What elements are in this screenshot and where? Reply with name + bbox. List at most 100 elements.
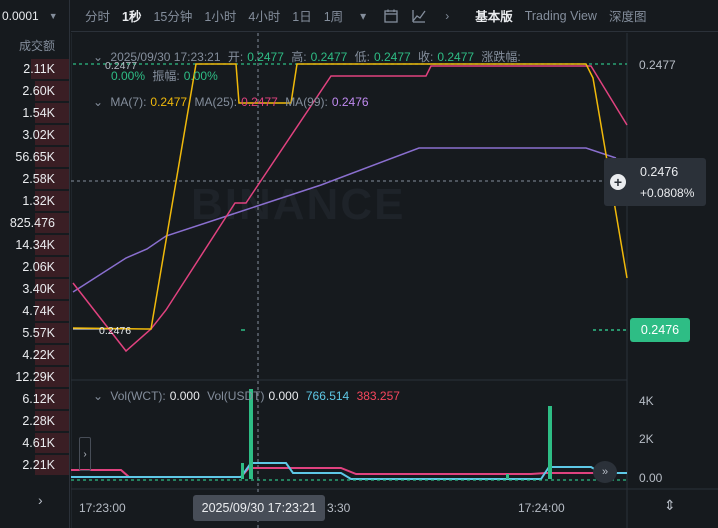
vol-usdt-label: Vol(USDT)	[207, 389, 265, 403]
close-value: 0.2477	[437, 50, 475, 64]
turnover-row[interactable]: 2.06K	[0, 256, 69, 278]
ma99-label: MA(99):	[285, 95, 328, 109]
turnover-value: 56.65K	[15, 150, 55, 164]
amplitude-value: 0.00%	[183, 69, 218, 83]
chevron-right-icon[interactable]: ›	[79, 437, 91, 471]
high-value: 0.2477	[310, 50, 348, 64]
scroll-to-latest-button[interactable]: »	[593, 461, 617, 483]
turnover-row[interactable]: 5.57K	[0, 322, 69, 344]
chart-panel: 分时 1秒 15分钟 1小时 4小时 1日 1周 ▾ › 基本版 Trading…	[71, 0, 718, 528]
high-label: 高:	[291, 50, 307, 64]
interval-1s[interactable]: 1秒	[116, 6, 147, 25]
low-label: 低:	[354, 50, 370, 64]
interval-1d[interactable]: 1日	[286, 6, 317, 25]
open-value: 0.2477	[247, 50, 284, 64]
turnover-value: 2.06K	[22, 260, 55, 274]
last-price-tag: 0.2476	[630, 318, 690, 342]
vol-wct-value: 0.000	[169, 389, 200, 403]
chevron-right-icon[interactable]: ›	[38, 492, 43, 508]
turnover-row[interactable]: 4.74K	[0, 300, 69, 322]
low-value: 0.2477	[373, 50, 411, 64]
volume-tick: 0.00	[639, 471, 663, 485]
chevron-down-icon[interactable]: ▾	[349, 0, 377, 32]
turnover-value: 4.74K	[22, 304, 55, 318]
turnover-row[interactable]: 825.476	[0, 212, 69, 234]
crosshair-change: +0.0808%	[640, 186, 695, 200]
turnover-value: 14.34K	[15, 238, 55, 252]
interval-timeline[interactable]: 分时	[79, 6, 116, 25]
time-tick: 17:23:00	[79, 501, 126, 515]
time-tick: 3:30	[327, 501, 351, 515]
view-depth[interactable]: 深度图	[603, 6, 653, 25]
ma25-value: 0.2477	[241, 95, 278, 109]
interval-1w[interactable]: 1周	[318, 6, 349, 25]
chevron-right-icon[interactable]: ›	[433, 0, 461, 32]
volume-tick: 4K	[639, 394, 654, 408]
ohlc-legend: ⌄ 2025/09/30 17:23:21 开: 0.2477 高: 0.2477 …	[93, 48, 525, 65]
turnover-value: 2.58K	[22, 172, 55, 186]
turnover-row[interactable]: 2.60K	[0, 80, 69, 102]
turnover-row[interactable]: 1.32K	[0, 190, 69, 212]
change-value: 0.00%	[111, 69, 146, 83]
turnover-row[interactable]: 2.21K	[0, 454, 69, 476]
turnover-row[interactable]: 1.54K	[0, 102, 69, 124]
turnover-row[interactable]: 4.61K	[0, 432, 69, 454]
volume-tick: 2K	[639, 432, 654, 446]
reset-scale-icon[interactable]: ⇕	[664, 497, 676, 514]
indicator-icon[interactable]	[377, 0, 405, 32]
ma7-value: 0.2477	[150, 95, 188, 109]
turnover-value: 4.61K	[22, 436, 55, 450]
turnover-value: 3.40K	[22, 282, 55, 296]
turnover-row[interactable]: 4.22K	[0, 344, 69, 366]
turnover-row[interactable]: 2.28K	[0, 410, 69, 432]
add-alert-icon[interactable]: +	[610, 174, 626, 190]
chevron-down-icon[interactable]: ⌄	[93, 389, 103, 403]
ma25-label: MA(25):	[194, 95, 238, 109]
ma-legend: ⌄ MA(7): 0.2477 MA(25): 0.2477 MA(99): 0.24…	[93, 95, 373, 109]
turnover-value: 2.28K	[22, 414, 55, 428]
price-step-value: 0.0001	[2, 9, 39, 23]
turnover-value: 2.60K	[22, 84, 55, 98]
low-marker: 0.2476	[99, 325, 132, 337]
ohlc-legend-row2: 0.00% 振幅: 0.00%	[111, 67, 222, 84]
turnover-row[interactable]: 12.29K	[0, 366, 69, 388]
turnover-row[interactable]: 3.02K	[0, 124, 69, 146]
change-label: 涨跌幅:	[481, 50, 521, 64]
ma99-line	[72, 147, 617, 293]
turnover-row[interactable]: 14.34K	[0, 234, 69, 256]
open-label: 开:	[227, 50, 244, 64]
vol-usdt-value: 0.000	[268, 389, 299, 403]
turnover-row[interactable]: 6.12K	[0, 388, 69, 410]
amplitude-label: 振幅:	[152, 69, 180, 83]
ma99-value: 0.2476	[331, 95, 369, 109]
chart-type-icon[interactable]	[405, 0, 433, 32]
interval-1h[interactable]: 1小时	[198, 6, 242, 25]
volume-bar	[548, 406, 552, 479]
turnover-row[interactable]: 2.58K	[0, 168, 69, 190]
chevron-down-icon[interactable]: ⌄	[93, 50, 103, 64]
turnover-row[interactable]: 3.40K	[0, 278, 69, 300]
crosshair-price: 0.2476	[640, 165, 679, 179]
turnover-value: 1.54K	[22, 106, 55, 120]
turnover-value: 4.22K	[22, 348, 55, 362]
chevron-down-icon[interactable]: ⌄	[93, 95, 103, 109]
orderbook-panel: 0.0001 ▼ 成交额 2.11K 2.60K 1.54K 3.02K 56.65K 2…	[0, 0, 70, 528]
turnover-value: 1.32K	[22, 194, 55, 208]
view-tradingview[interactable]: Trading View	[519, 9, 603, 23]
turnover-list: 2.11K 2.60K 1.54K 3.02K 56.65K 2.58K 1.32K 825.…	[0, 58, 69, 476]
turnover-value: 2.11K	[23, 62, 55, 76]
turnover-value: 2.21K	[22, 458, 55, 472]
price-step-select[interactable]: 0.0001 ▼	[0, 0, 69, 32]
interval-4h[interactable]: 4小时	[242, 6, 286, 25]
turnover-row[interactable]: 2.11K	[0, 58, 69, 80]
turnover-row[interactable]: 56.65K	[0, 146, 69, 168]
view-basic[interactable]: 基本版	[469, 6, 519, 25]
close-label: 收:	[418, 50, 434, 64]
interval-15m[interactable]: 15分钟	[147, 6, 198, 25]
turnover-value: 3.02K	[22, 128, 55, 142]
time-tick: 17:24:00	[518, 501, 565, 515]
vol-wct-label: Vol(WCT):	[110, 389, 166, 403]
ma7-label: MA(7):	[110, 95, 147, 109]
price-tick: 0.2477	[639, 58, 676, 72]
chart-toolbar: 分时 1秒 15分钟 1小时 4小时 1日 1周 ▾ › 基本版 Trading…	[71, 0, 718, 32]
